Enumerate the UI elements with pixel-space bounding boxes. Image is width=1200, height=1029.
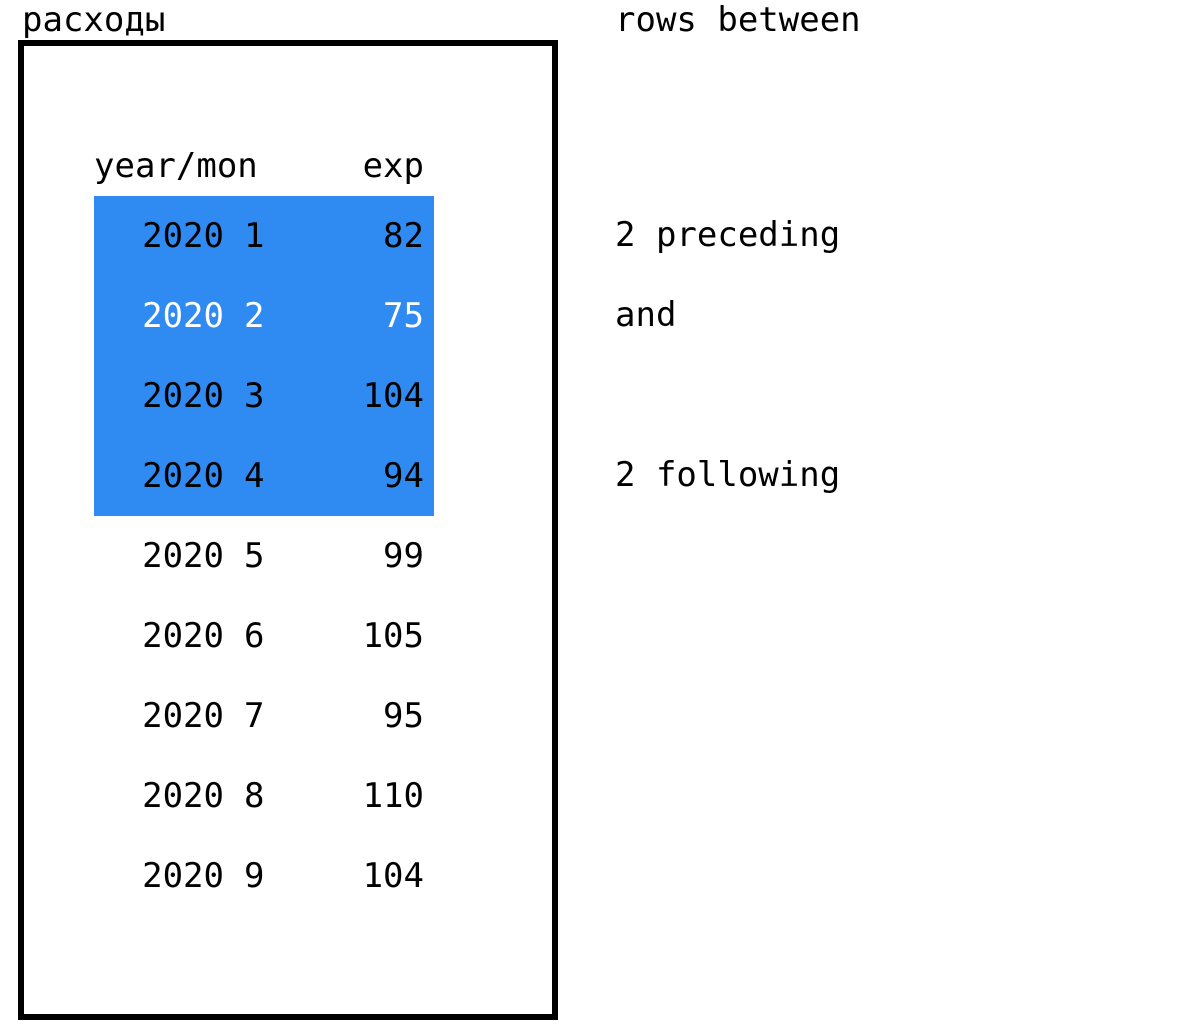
- cell-mon: 4: [234, 456, 314, 496]
- cell-year: 2020: [94, 536, 234, 576]
- cell-year: 2020: [94, 296, 234, 336]
- frame-clause-title: rows between: [615, 0, 861, 40]
- cell-exp: 99: [314, 536, 434, 576]
- cell-year: 2020: [94, 376, 234, 416]
- cell-mon: 7: [234, 696, 314, 736]
- table-row: 20203104: [94, 356, 434, 436]
- cell-year: 2020: [94, 856, 234, 896]
- cell-exp: 75: [314, 296, 434, 336]
- cell-year: 2020: [94, 696, 234, 736]
- table-title: расходы: [22, 0, 165, 40]
- cell-exp: 105: [314, 616, 434, 656]
- cell-exp: 82: [314, 216, 434, 256]
- header-year-mon: year/mon: [94, 146, 234, 186]
- cell-year: 2020: [94, 216, 234, 256]
- cell-mon: 8: [234, 776, 314, 816]
- table-row: 20206105: [94, 596, 434, 676]
- table-row: 2020275: [94, 276, 434, 356]
- table-row: 2020494: [94, 436, 434, 516]
- table-row: 2020182: [94, 196, 434, 276]
- cell-exp: 104: [314, 856, 434, 896]
- table-row: 2020599: [94, 516, 434, 596]
- table-row: 2020795: [94, 676, 434, 756]
- cell-mon: 5: [234, 536, 314, 576]
- expenses-table: year/mon exp 202018220202752020310420204…: [18, 40, 558, 1020]
- table-row: 20208110: [94, 756, 434, 836]
- cell-year: 2020: [94, 456, 234, 496]
- annotation-preceding: 2 preceding: [615, 215, 840, 255]
- cell-mon: 2: [234, 296, 314, 336]
- cell-year: 2020: [94, 776, 234, 816]
- cell-exp: 94: [314, 456, 434, 496]
- annotation-and: and: [615, 295, 676, 335]
- table-content: year/mon exp 202018220202752020310420204…: [94, 136, 434, 916]
- cell-mon: 1: [234, 216, 314, 256]
- cell-exp: 110: [314, 776, 434, 816]
- cell-mon: 9: [234, 856, 314, 896]
- cell-mon: 3: [234, 376, 314, 416]
- cell-exp: 95: [314, 696, 434, 736]
- cell-exp: 104: [314, 376, 434, 416]
- annotation-following: 2 following: [615, 455, 840, 495]
- cell-mon: 6: [234, 616, 314, 656]
- header-exp: exp: [314, 146, 434, 186]
- cell-year: 2020: [94, 616, 234, 656]
- table-header-row: year/mon exp: [94, 136, 434, 196]
- table-row: 20209104: [94, 836, 434, 916]
